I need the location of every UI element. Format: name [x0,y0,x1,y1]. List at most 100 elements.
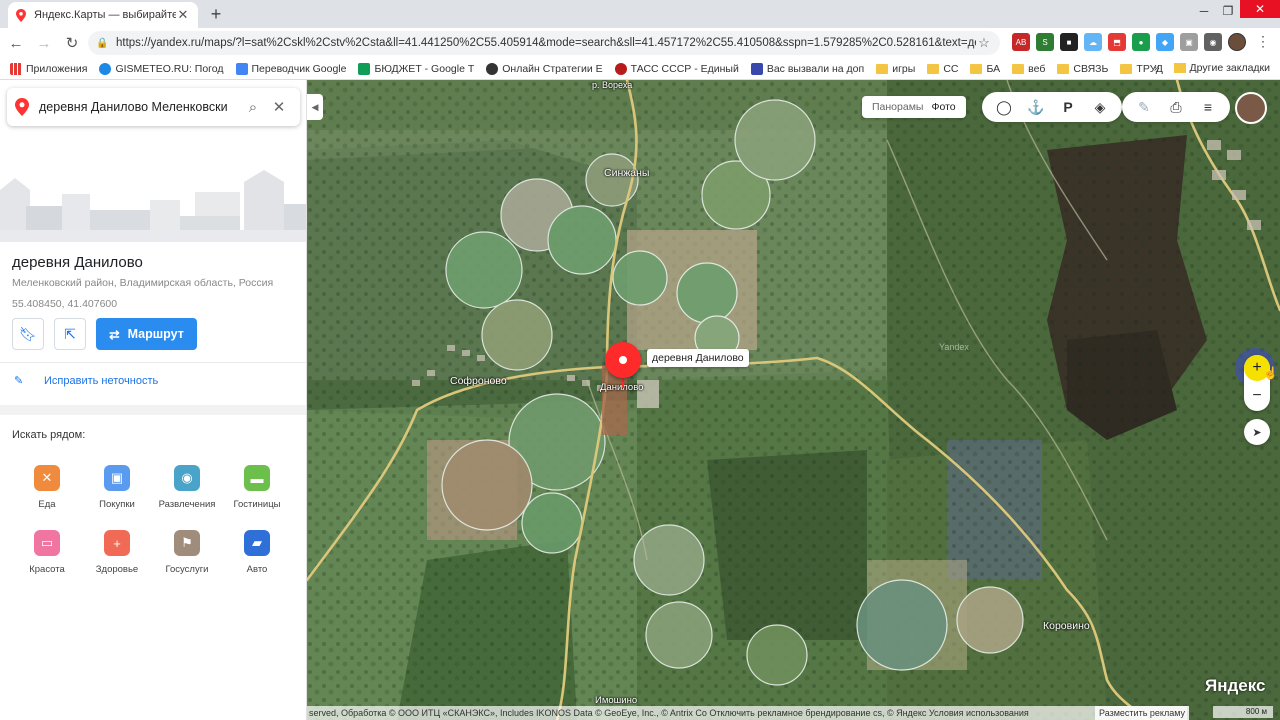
city-skyline-illustration [0,170,306,242]
bookmark-strategies[interactable]: Онлайн Стратегии Е [486,62,603,75]
fix-inaccuracy-link[interactable]: ✎ Исправить неточность [14,374,158,388]
user-avatar[interactable] [1235,92,1267,124]
bookmark-folder-web[interactable]: веб [1012,63,1045,75]
category-entertainment[interactable]: ◉ Развлечения [152,465,222,510]
app-window: Яндекс.Карты — выбирайте, где ✕ + ─ ❐ ✕ … [0,0,1280,720]
extensions-bar: AB S ■ ☁ ⬒ ● ◆ ▣ ◉ [1012,33,1222,51]
nearby-categories: ✕ Еда ▣ Покупки ◉ Развлечения ▬ Гостиницы ▭ К… [12,465,297,575]
search-input[interactable]: деревня Данилово Меленковски [39,100,240,114]
bookmark-translate[interactable]: Переводчик Google [235,62,346,75]
extension-cloud-icon[interactable]: ☁ [1084,33,1102,51]
menu-icon[interactable]: ≡ [1192,99,1224,115]
category-gov-services[interactable]: ⚑ Госуслуги [152,530,222,575]
tab-bar: Яндекс.Карты — выбирайте, где ✕ + ─ ❐ ✕ [0,0,1280,28]
route-button[interactable]: ⇄ Маршрут [96,318,197,350]
extension-green-icon[interactable]: S [1036,33,1054,51]
geolocation-button[interactable]: ➤ [1244,419,1270,445]
browser-tab[interactable]: Яндекс.Карты — выбирайте, где ✕ [8,2,198,28]
layers-icon[interactable]: ◈ [1084,99,1116,116]
traffic-icon[interactable]: ◯ [988,99,1020,116]
bookmark-gismeteo[interactable]: GISMETEO.RU: Погод [99,62,224,75]
panoramas-toggle[interactable]: Панорамы [868,101,927,113]
bookmark-star-icon[interactable]: ☆ [976,35,992,51]
zoom-out-button[interactable]: − [1244,383,1270,409]
search-icon[interactable]: ⌕ [240,99,266,116]
ruler-icon[interactable]: ✎ [1128,99,1160,116]
minimize-button[interactable]: ─ [1192,0,1216,22]
extension-pocket-icon[interactable]: ⬒ [1108,33,1126,51]
bookmarks-overflow-button[interactable]: » [1154,62,1160,74]
forward-button[interactable]: → [32,31,56,55]
route-icon: ⇄ [109,327,120,342]
map-label-imoshino: Имошино [595,695,638,706]
map-label-sofronovo: Софроново [450,375,507,387]
category-health[interactable]: + Здоровье [82,530,152,575]
bookmark-budget[interactable]: БЮДЖЕТ - Google Т [358,62,474,75]
folder-icon [1012,63,1025,74]
profile-avatar[interactable] [1228,33,1246,51]
share-button[interactable]: ⇱ [54,318,86,350]
cross-icon: + [104,530,130,556]
category-shopping[interactable]: ▣ Покупки [82,465,152,510]
nearby-title: Искать рядом: [12,429,86,441]
bed-icon: ▬ [244,465,270,491]
map-label-korovino: Коровино [1043,620,1090,632]
place-coordinates[interactable]: 55.408450, 41.407600 [12,298,273,310]
folder-icon [970,63,983,74]
bookmark-button[interactable]: 🔖︎ [12,318,44,350]
marker-label[interactable]: деревня Данилово [647,349,749,367]
map-watermark: Yandex [939,342,969,352]
address-bar[interactable]: 🔒 https://yandex.ru/maps/?l=sat%2Cskl%2C… [88,31,1000,55]
bookmark-summons[interactable]: Вас вызвали на доп [750,62,864,75]
print-icon[interactable]: ⎙ [1160,99,1192,116]
location-marker-icon[interactable] [605,342,641,378]
satellite-imagery [307,80,1280,720]
search-box[interactable]: деревня Данилово Меленковски ⌕ ✕ [7,88,300,126]
bookmark-folder-ba[interactable]: БА [970,63,1000,75]
sidebar-panel: деревня Данилово Меленковски ⌕ ✕ деревня… [0,80,307,720]
bookmark-folder-svyaz[interactable]: СВЯЗЬ [1057,63,1108,75]
extension-abp-icon[interactable]: AB [1012,33,1030,51]
satellite-map[interactable]: ◀ Панорамы Фото ◯ ⚓ P ◈ ✎ ⎙ ≡ + − ☝ ➤ р.… [307,80,1280,720]
other-bookmarks[interactable]: Другие закладки [1190,62,1270,74]
bookmark-folder-games[interactable]: игры [876,63,915,75]
clear-search-icon[interactable]: ✕ [266,98,292,116]
browser-menu-icon[interactable]: ⋮ [1256,33,1270,50]
extension-camera-icon[interactable]: ◉ [1204,33,1222,51]
bookmark-folder-ss[interactable]: СС [927,63,958,75]
bookmark-tass[interactable]: ТАСС СССР - Единый [614,62,739,75]
category-auto[interactable]: ▰ Авто [222,530,292,575]
maximize-button[interactable]: ❐ [1216,0,1240,22]
bookmark-apps[interactable]: Приложения [10,62,87,75]
new-tab-button[interactable]: + [206,4,226,24]
yandex-maps-favicon-icon [16,8,26,22]
back-button[interactable]: ← [4,31,28,55]
gismeteo-icon [99,62,112,75]
transport-icon[interactable]: ⚓ [1020,99,1052,116]
shopping-bag-icon: ▣ [104,465,130,491]
parking-icon[interactable]: P [1052,99,1084,115]
extension-black-icon[interactable]: ■ [1060,33,1078,51]
folder-icon [1120,63,1133,74]
tab-close-icon[interactable]: ✕ [176,7,190,23]
flag-icon: ⚑ [174,530,200,556]
category-beauty[interactable]: ▭ Красота [12,530,82,575]
collapse-sidebar-button[interactable]: ◀ [307,94,323,120]
map-tool-controls: ✎ ⎙ ≡ [1122,92,1230,122]
place-address: Меленковский район, Владимирская область… [12,277,274,289]
zoom-control: + − [1244,355,1270,411]
window-controls: ─ ❐ ✕ [1192,0,1280,28]
extension-leaf-icon[interactable]: ● [1132,33,1150,51]
folder-icon [1057,63,1070,74]
category-food[interactable]: ✕ Еда [12,465,82,510]
scale-bar: 800 м [1213,706,1273,718]
advertise-link[interactable]: Разместить рекламу [1095,706,1189,720]
extension-grey-icon[interactable]: ▣ [1180,33,1198,51]
mouse-cursor-icon: ☝ [1263,366,1278,380]
extension-blue-icon[interactable]: ◆ [1156,33,1174,51]
map-copyright: served, Обработка © ООО ИТЦ «СКАНЭКС», I… [307,706,1187,720]
reload-button[interactable]: ↻ [60,31,84,55]
category-hotels[interactable]: ▬ Гостиницы [222,465,292,510]
close-window-button[interactable]: ✕ [1240,0,1280,18]
photo-toggle[interactable]: Фото [927,101,959,113]
